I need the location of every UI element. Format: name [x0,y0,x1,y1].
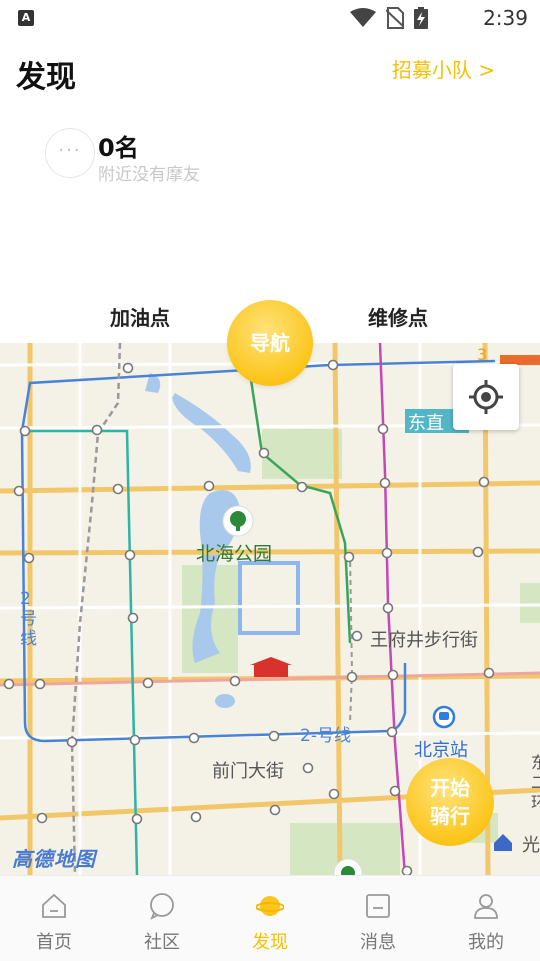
status-icons [350,6,428,30]
tab-gas-station[interactable]: 加油点 [110,302,170,331]
tab-mine-label: 我的 [468,932,504,953]
home-icon [42,893,66,918]
target-icon [469,380,503,414]
map-label-wangfujing: 王府井步行街 [370,630,478,651]
locate-button[interactable] [453,364,519,430]
rank-subtitle: 附近没有摩友 [98,165,200,185]
bottom-tab-bar: 首页 社区 发现 消息 我的 [0,875,540,961]
status-bar: A 2:39 [0,0,540,36]
user-icon [474,894,498,919]
tab-discover-label: 发现 [252,932,288,953]
message-icon [366,894,390,918]
tab-repair-shop[interactable]: 维修点 [368,302,428,331]
wifi-icon [350,8,376,27]
navigate-button[interactable]: 导航 [227,300,313,386]
tab-home[interactable]: 首页 [0,876,108,961]
map-label-beihai: 北海公园 [196,543,273,565]
map-label-qianmen: 前门大街 [212,761,284,782]
start-ride-button[interactable]: 开始 骑行 [406,758,494,846]
map-label-guang: 光 [522,835,540,856]
battery-charging-icon [414,7,428,29]
map-label-dongzhi: 东直 [408,413,444,434]
amap-logo: 高德地图 [12,847,96,871]
start-ride-line1: 开始 [430,776,470,800]
app-notification-icon: A [18,10,34,26]
page-title: 发现 [16,60,76,95]
tab-messages-label: 消息 [360,932,396,953]
tab-community[interactable]: 社区 [108,876,216,961]
tab-home-label: 首页 [36,932,72,953]
map-label-edge: 东 二 环 [531,753,540,812]
map-label-line2-vertical: 2 号 线 [20,589,37,649]
no-sim-icon [386,7,404,29]
map-label-line2-horizontal: 2-号线 [300,726,351,746]
tab-community-label: 社区 [144,932,180,953]
avatar[interactable]: ··· [45,128,95,178]
map-label-line3: 3 [477,345,488,364]
tab-messages[interactable]: 消息 [324,876,432,961]
recruit-team-link[interactable]: 招募小队 > [392,54,495,83]
tab-mine[interactable]: 我的 [432,876,540,961]
tab-discover[interactable]: 发现 [216,876,324,961]
start-ride-line2: 骑行 [430,804,470,828]
planet-icon [256,896,284,916]
map-view[interactable]: 北海公园 王府井步行街 前门大街 北京站 东直 2 号 线 2-号线 光 东 二… [0,343,540,875]
chat-bubble-icon [150,893,174,920]
rank-value: 0名 [98,134,139,162]
clock: 2:39 [483,6,528,30]
